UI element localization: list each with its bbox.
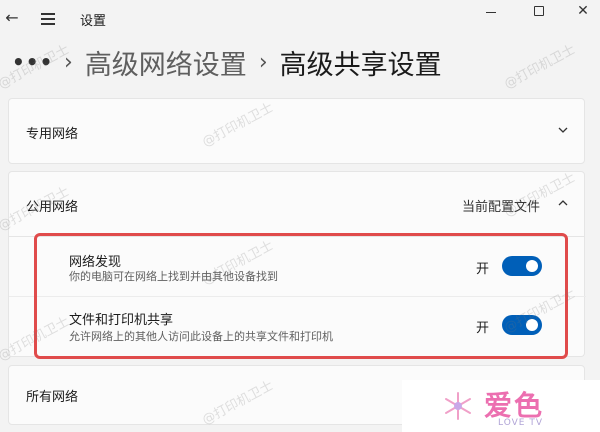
private-network-section[interactable]: 专用网络 xyxy=(8,98,585,164)
setting-description: 允许网络上的其他人访问此设备上的共享文件和打印机 xyxy=(69,330,333,343)
chevron-up-icon[interactable] xyxy=(558,198,568,208)
chevron-right-icon: › xyxy=(64,49,73,75)
setting-title: 文件和打印机共享 xyxy=(69,313,174,328)
toggle-state-label: 开 xyxy=(476,321,490,336)
network-discovery-toggle[interactable] xyxy=(502,256,542,276)
public-network-section[interactable]: 公用网络 当前配置文件 xyxy=(8,171,585,237)
section-label: 专用网络 xyxy=(26,127,79,142)
chevron-down-icon[interactable] xyxy=(558,125,568,135)
toggle-knob xyxy=(526,319,538,331)
maximize-icon[interactable] xyxy=(516,0,562,30)
section-label: 公用网络 xyxy=(26,200,79,215)
toggle-state-label: 开 xyxy=(476,262,490,277)
page-title: 高级共享设置 xyxy=(279,49,442,81)
minimize-icon[interactable] xyxy=(468,0,514,30)
breadcrumb-parent-link[interactable]: 高级网络设置 xyxy=(85,43,247,82)
chevron-right-icon: › xyxy=(258,49,268,75)
logo-subtitle: LOVE TV xyxy=(498,418,543,428)
breadcrumb-overflow-button[interactable]: ••• xyxy=(12,50,52,74)
public-network-settings: 网络发现 你的电脑可在网络上找到并由其他设备找到 开 文件和打印机共享 允许网络… xyxy=(8,237,586,357)
file-printer-sharing-toggle[interactable] xyxy=(502,315,542,335)
tv-logo: 爱色 LOVE TV xyxy=(402,380,600,432)
title-bar: ← 设置 ✕ xyxy=(0,0,600,36)
setting-description: 你的电脑可在网络上找到并由其他设备找到 xyxy=(69,270,278,283)
setting-row-network-discovery: 网络发现 你的电脑可在网络上找到并由其他设备找到 开 xyxy=(9,237,586,297)
current-profile-badge: 当前配置文件 xyxy=(461,200,540,215)
hamburger-menu-icon[interactable] xyxy=(36,6,60,30)
window-title: 设置 xyxy=(80,14,107,29)
toggle-knob xyxy=(526,260,538,272)
breadcrumb: ••• › 高级网络设置 › 高级共享设置 xyxy=(12,42,442,82)
back-arrow-icon[interactable]: ← xyxy=(0,6,24,30)
close-icon[interactable]: ✕ xyxy=(560,0,600,30)
section-label: 所有网络 xyxy=(26,390,79,405)
snowflake-logo-icon xyxy=(445,392,471,420)
watermark: @打印机卫士 xyxy=(501,42,578,93)
setting-row-file-printer-sharing: 文件和打印机共享 允许网络上的其他人访问此设备上的共享文件和打印机 开 xyxy=(9,297,586,357)
